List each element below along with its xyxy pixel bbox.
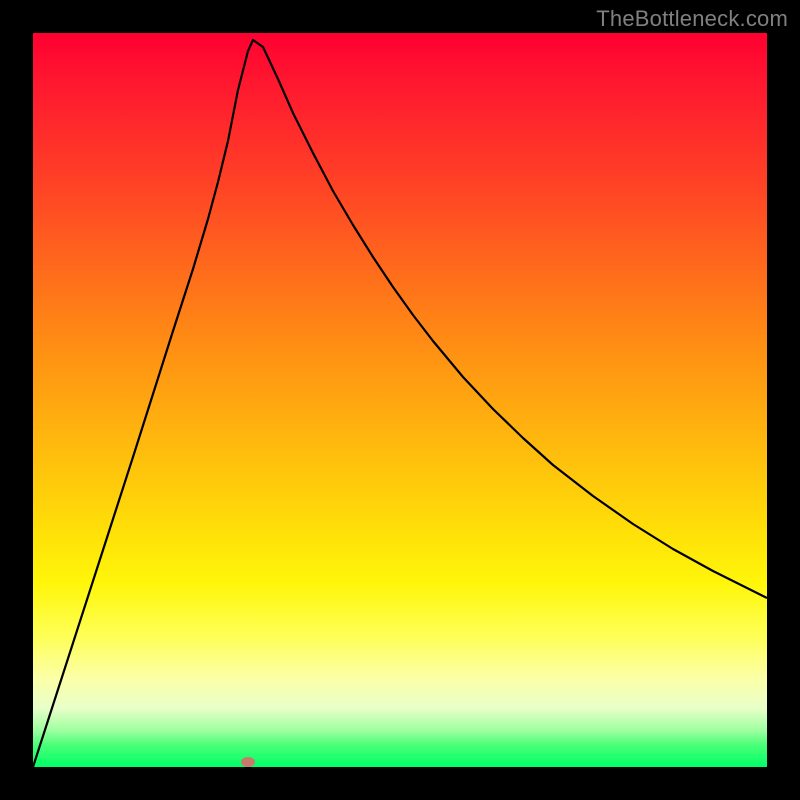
curve-svg bbox=[33, 33, 767, 767]
curve-path bbox=[33, 40, 767, 767]
minimum-marker bbox=[241, 757, 255, 767]
watermark-text: TheBottleneck.com bbox=[596, 6, 788, 32]
plot-area bbox=[33, 33, 767, 767]
chart-frame: TheBottleneck.com bbox=[0, 0, 800, 800]
